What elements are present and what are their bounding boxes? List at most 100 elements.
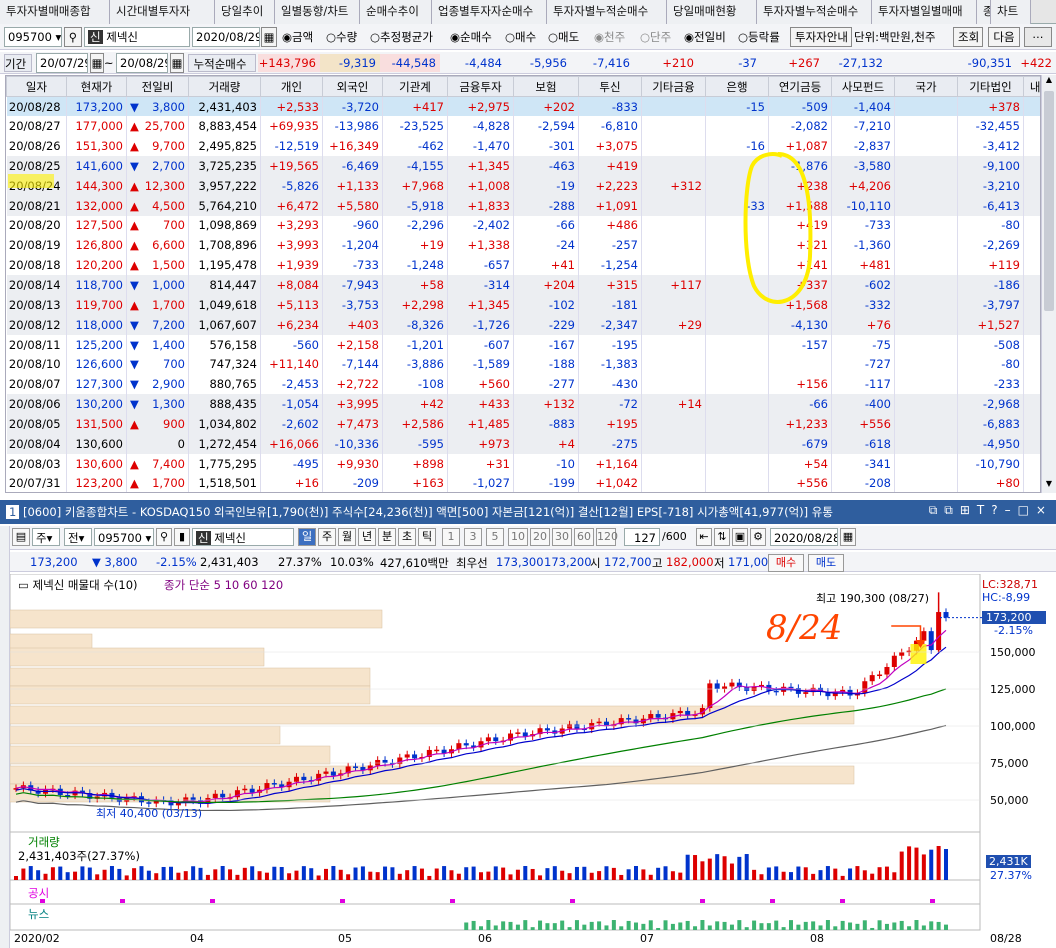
- col-header-10[interactable]: 기타금융: [641, 76, 706, 97]
- investor-guide-button[interactable]: 투자자안내: [790, 27, 852, 47]
- table-row[interactable]: 20/08/19 126,800 ▲ 6,600 1,708,896 +3,993 -1,2…: [6, 235, 1040, 256]
- chart-sell-button[interactable]: 매도: [808, 554, 844, 572]
- minute-button-7[interactable]: 120: [596, 528, 618, 546]
- next-button[interactable]: 다음: [988, 27, 1020, 47]
- col-header-7[interactable]: 금융투자: [447, 76, 514, 97]
- period-button-4[interactable]: 분: [378, 528, 396, 546]
- col-header-2[interactable]: 전일비: [126, 76, 189, 97]
- minute-button-5[interactable]: 30: [552, 528, 572, 546]
- table-row[interactable]: 20/08/07 127,300 ▼ 2,900 880,765 -2,453 +2,722…: [6, 374, 1040, 395]
- col-header-5[interactable]: 외국인: [322, 76, 383, 97]
- radio-rate[interactable]: ○등락률: [738, 29, 780, 45]
- col-header-6[interactable]: 기관계: [382, 76, 448, 97]
- stock-name-field[interactable]: 신 제넥신: [84, 27, 190, 47]
- period-button-2[interactable]: 월: [338, 528, 356, 546]
- radio-single[interactable]: ○단주: [640, 29, 671, 45]
- col-header-3[interactable]: 거래량: [188, 76, 261, 97]
- table-row[interactable]: 20/08/14 118,700 ▼ 1,000 814,447 +8,084 -7,943…: [6, 275, 1040, 295]
- chart-search-icon[interactable]: ⚲: [156, 528, 172, 546]
- minute-button-4[interactable]: 20: [530, 528, 550, 546]
- table-row[interactable]: 20/08/18 120,200 ▲ 1,500 1,195,478 +1,939 -733…: [6, 255, 1040, 276]
- col-header-15[interactable]: 기타법인: [957, 76, 1024, 97]
- table-row[interactable]: 20/08/27 177,000 ▲ 25,700 8,883,454 +69,935 -1…: [6, 116, 1040, 137]
- minute-button-6[interactable]: 60: [574, 528, 594, 546]
- chart-menu-icon[interactable]: ▤: [12, 528, 30, 546]
- chart-date-input[interactable]: 2020/08/28: [770, 528, 838, 546]
- market-select[interactable]: 전▾: [64, 528, 92, 546]
- col-header-13[interactable]: 사모펀드: [831, 76, 895, 97]
- search-icon[interactable]: ⚲: [64, 27, 82, 47]
- radio-amount[interactable]: ◉금액: [282, 29, 313, 45]
- minute-button-3[interactable]: 10: [508, 528, 528, 546]
- tab-0[interactable]: 투자자별매매종합: [0, 0, 110, 24]
- query-button[interactable]: 조회: [953, 27, 983, 47]
- col-header-1[interactable]: 현재가: [66, 76, 127, 97]
- col-header-0[interactable]: 일자: [6, 76, 67, 97]
- table-row[interactable]: 20/08/21 132,000 ▲ 4,500 5,764,210 +6,472 +5,5…: [6, 195, 1040, 216]
- table-row[interactable]: 20/08/06 130,200 ▼ 1,300 888,435 -1,054 +3,995…: [6, 394, 1040, 414]
- table-row[interactable]: 20/07/31 123,200 ▲ 1,700 1,518,501 +16 -209 +16…: [6, 473, 1040, 492]
- radio-buy[interactable]: ○매수: [505, 29, 536, 45]
- calendar-from-icon[interactable]: ▦: [90, 53, 104, 73]
- window-controls[interactable]: ⧉⧉⊞T?–□×: [898, 503, 1053, 521]
- chart-buy-button[interactable]: 매수: [768, 554, 804, 572]
- radio-avg-price[interactable]: ○추정평균가: [370, 29, 433, 45]
- stock-code-input[interactable]: 095700 ▾: [4, 27, 62, 47]
- chart-scroll-icon[interactable]: ⇅: [714, 528, 730, 546]
- chart-count-input[interactable]: 127: [624, 528, 660, 546]
- tab-8[interactable]: 투자자별누적순매수: [757, 0, 872, 24]
- period-button-1[interactable]: 주: [318, 528, 336, 546]
- period-button-6[interactable]: 틱: [418, 528, 436, 546]
- col-header-12[interactable]: 연기금등: [768, 76, 832, 97]
- tab-1[interactable]: 시간대별투자자: [110, 0, 215, 24]
- table-row[interactable]: 20/08/05 131,500 ▲ 900 1,034,802 -2,602 +7,473…: [6, 414, 1040, 434]
- calendar-to-icon[interactable]: ▦: [170, 53, 184, 73]
- col-header-4[interactable]: 개인: [260, 76, 323, 97]
- radio-sell[interactable]: ○매도: [548, 29, 579, 45]
- table-row[interactable]: 20/08/04 130,600 0 1,272,454 +16,066 -10,336-…: [6, 433, 1040, 454]
- date-input[interactable]: 2020/08/29: [192, 27, 260, 47]
- tab-5[interactable]: 업종별투자자순매수: [432, 0, 547, 24]
- table-row[interactable]: 20/08/10 126,600 ▼ 700 747,324 +11,140 -7,144-…: [6, 354, 1040, 375]
- table-row[interactable]: 20/08/26 151,300 ▲ 9,700 2,495,825 -12,519 +16…: [6, 136, 1040, 157]
- period-to-input[interactable]: 20/08/29: [116, 53, 168, 73]
- table-row[interactable]: 20/08/03 130,600 ▲ 7,400 1,775,295 -495 +9,930…: [6, 453, 1040, 474]
- radio-thousand[interactable]: ◉천주: [594, 29, 625, 45]
- minute-button-1[interactable]: 3: [464, 528, 482, 546]
- period-button-5[interactable]: 초: [398, 528, 416, 546]
- chart-save-icon[interactable]: ▣: [732, 528, 748, 546]
- chart-settings-icon[interactable]: ⚙: [750, 528, 766, 546]
- tab-3[interactable]: 일별동향/차트: [275, 0, 360, 24]
- chart-prev-icon[interactable]: ⇤: [696, 528, 712, 546]
- tab-6[interactable]: 투자자별누적순매수: [547, 0, 667, 24]
- table-row[interactable]: 20/08/28 173,200 ▼ 3,800 2,431,403 +2,533 -3,7…: [6, 96, 1040, 117]
- tab-10[interactable]: 종: [977, 0, 991, 24]
- period-type-select[interactable]: 주▾: [32, 528, 60, 546]
- period-button-0[interactable]: 일: [298, 528, 316, 546]
- price-chart[interactable]: [10, 574, 1056, 948]
- tab-9[interactable]: 투자자별일별매매: [872, 0, 977, 24]
- extra-button[interactable]: ⋯: [1024, 27, 1052, 47]
- radio-prev-diff[interactable]: ◉전일비: [684, 29, 726, 45]
- calendar-icon[interactable]: ▦: [261, 27, 277, 47]
- tab-11[interactable]: 차트: [991, 0, 1031, 24]
- col-header-9[interactable]: 투신: [578, 76, 642, 97]
- period-button-3[interactable]: 년: [358, 528, 376, 546]
- col-header-11[interactable]: 은행: [705, 76, 769, 97]
- col-header-8[interactable]: 보험: [513, 76, 579, 97]
- investor-daily-grid[interactable]: 일자 현재가 전일비 거래량 개인 외국인 기관계 금융투자 보험 투신 기타금융 은행 연기금등 사모펀…: [5, 75, 1041, 493]
- tab-4[interactable]: 순매수추이: [360, 0, 432, 24]
- radio-quantity[interactable]: ○수량: [326, 29, 357, 45]
- minute-button-2[interactable]: 5: [486, 528, 504, 546]
- chart-list-icon[interactable]: ▮: [174, 528, 190, 546]
- table-row[interactable]: 20/08/13 119,700 ▲ 1,700 1,049,618 +5,113 -3,7…: [6, 294, 1040, 315]
- table-row[interactable]: 20/08/12 118,000 ▼ 7,200 1,067,607 +6,234 +403…: [6, 314, 1040, 335]
- col-header-16[interactable]: 내외국인: [1023, 76, 1040, 97]
- tab-2[interactable]: 당일추이: [215, 0, 275, 24]
- chart-code-input[interactable]: 095700 ▾: [94, 528, 154, 546]
- period-from-input[interactable]: 20/07/29: [36, 53, 88, 73]
- chart-stock-name[interactable]: 신 제넥신: [192, 528, 294, 546]
- chart-calendar-icon[interactable]: ▦: [840, 528, 856, 546]
- table-row[interactable]: 20/08/24144,300▲12,3003,957,222-5,826+1,…: [6, 175, 1040, 196]
- col-header-14[interactable]: 국가: [894, 76, 958, 97]
